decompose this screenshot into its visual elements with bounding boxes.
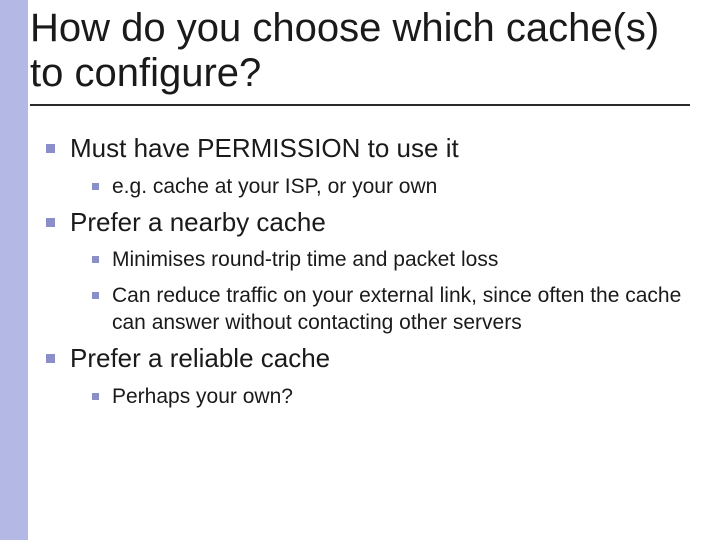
title-underline (30, 104, 690, 106)
slide: How do you choose which cache(s) to conf… (0, 0, 720, 540)
bullet-reliable-own: Perhaps your own? (92, 383, 684, 410)
bullet-nearby-traffic: Can reduce traffic on your external link… (92, 282, 684, 337)
bullet-permission-example: e.g. cache at your ISP, or your own (92, 173, 684, 200)
bullet-nearby: Prefer a nearby cache (44, 206, 684, 239)
slide-title: How do you choose which cache(s) to conf… (30, 6, 690, 98)
decorative-left-bar (0, 0, 28, 540)
slide-body: Must have PERMISSION to use it e.g. cach… (44, 126, 684, 414)
bullet-nearby-rtt: Minimises round-trip time and packet los… (92, 246, 684, 273)
bullet-permission: Must have PERMISSION to use it (44, 132, 684, 165)
bullet-reliable: Prefer a reliable cache (44, 342, 684, 375)
